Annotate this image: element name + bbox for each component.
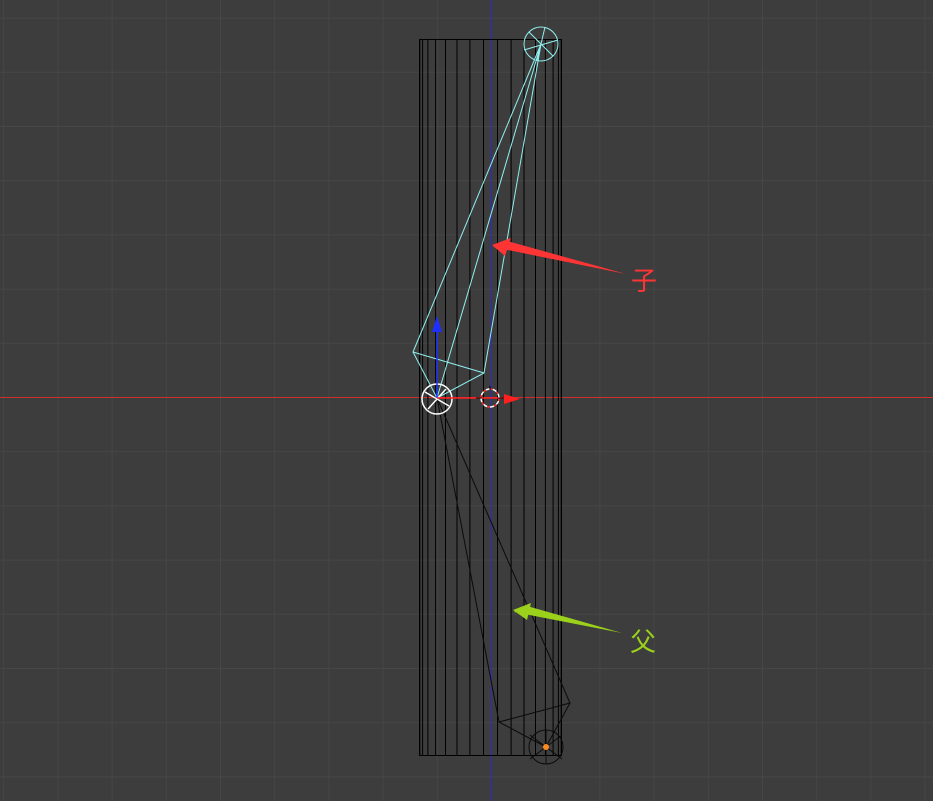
parent-bone-tail-dot <box>543 744 549 750</box>
3d-viewport[interactable]: 子 父 <box>0 0 933 801</box>
child-annotation-label: 子 <box>631 267 657 297</box>
viewport-background <box>0 0 933 801</box>
parent-annotation-label: 父 <box>630 628 656 658</box>
